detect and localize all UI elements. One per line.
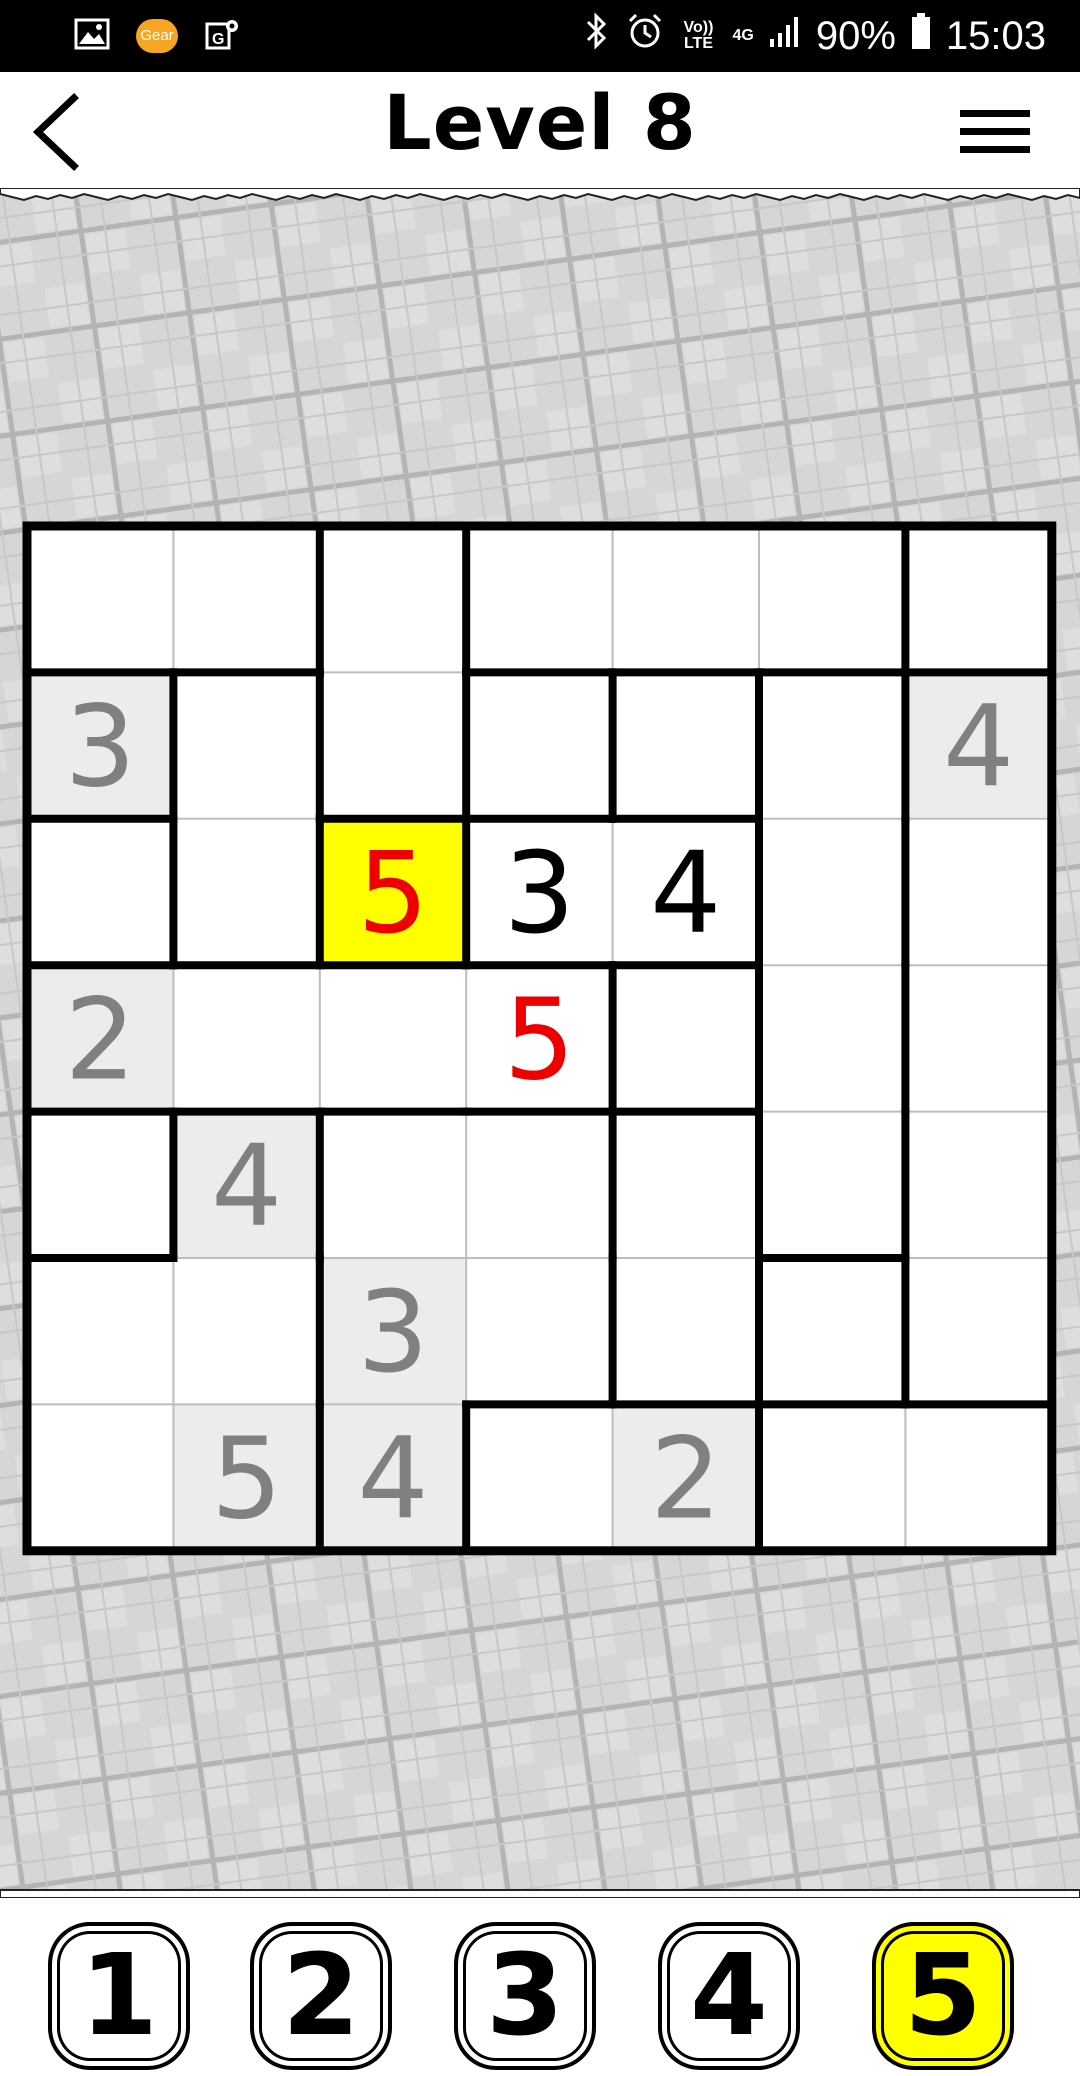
- number-button-1[interactable]: 1: [48, 1922, 190, 2070]
- board-cell-r5-c5[interactable]: [759, 1258, 906, 1405]
- cell-number-r6-c1: 5: [211, 1415, 282, 1545]
- board-cell-r1-c4[interactable]: [612, 672, 759, 819]
- board-cell-r5-c0[interactable]: [27, 1258, 174, 1405]
- board-cell-r4-c6[interactable]: [905, 1111, 1052, 1258]
- board-cell-r5-c6[interactable]: [905, 1258, 1052, 1405]
- battery-icon: [910, 12, 932, 60]
- volte-label: Vo)) LTE: [683, 19, 714, 52]
- signal-icon: [768, 14, 802, 59]
- board-cell-r5-c3[interactable]: [466, 1258, 613, 1405]
- game-canvas: 3 45 3 42 5435 4 2: [0, 192, 1080, 1894]
- number-button-3[interactable]: 3: [454, 1922, 596, 2070]
- board-cell-r0-c0[interactable]: [27, 526, 174, 673]
- board-cell-r0-c5[interactable]: [759, 526, 906, 673]
- cell-number-r6-c4: 2: [650, 1415, 721, 1545]
- board-cell-r2-c0[interactable]: [27, 818, 174, 966]
- board-cell-r3-c1[interactable]: [173, 965, 320, 1112]
- network-type: 4G: [732, 27, 754, 44]
- number-button-5[interactable]: 5: [872, 1922, 1014, 2070]
- board-cell-r5-c1[interactable]: [173, 1258, 320, 1405]
- puzzle-board[interactable]: 3 45 3 42 5435 4 2: [22, 521, 1057, 1556]
- cell-number-r4-c1: 4: [211, 1122, 282, 1252]
- board-cell-r1-c2[interactable]: [319, 672, 467, 819]
- torn-edge-bottom: [0, 1889, 1080, 1898]
- board-cell-r0-c6[interactable]: [905, 526, 1052, 673]
- board-cell-r1-c5[interactable]: [759, 672, 906, 819]
- board-cell-r6-c5[interactable]: [759, 1404, 906, 1551]
- battery-percent: 90%: [815, 13, 896, 58]
- cell-number-r2-c4: 4: [650, 829, 721, 959]
- clock: 15:03: [945, 13, 1046, 58]
- board-cell-r0-c3[interactable]: [466, 526, 613, 673]
- board-cell-r2-c1[interactable]: [173, 818, 320, 966]
- board-cell-r3-c4[interactable]: [612, 965, 759, 1112]
- alarm-icon: [626, 12, 664, 60]
- cell-number-r6-c2: 4: [357, 1415, 428, 1545]
- board-cell-r2-c6[interactable]: [905, 818, 1052, 966]
- board-cell-r4-c2[interactable]: [319, 1111, 467, 1258]
- menu-button[interactable]: [956, 106, 1036, 162]
- board-cell-r3-c2[interactable]: [319, 965, 467, 1112]
- top-bar: Level 8: [0, 72, 1080, 192]
- svg-text:G: G: [212, 31, 224, 48]
- board-cell-r0-c1[interactable]: [173, 526, 320, 673]
- cell-number-r2-c2: 5: [357, 829, 428, 959]
- board-cell-r4-c0[interactable]: [27, 1111, 174, 1258]
- board-cell-r3-c5[interactable]: [759, 965, 906, 1112]
- board-cell-r1-c3[interactable]: [466, 672, 613, 819]
- gallery-icon: [74, 18, 110, 54]
- cell-number-r3-c0: 2: [65, 975, 136, 1105]
- hamburger-menu-icon: [960, 110, 1030, 153]
- board-cell-r5-c4[interactable]: [612, 1258, 759, 1405]
- board-cell-r6-c0[interactable]: [27, 1404, 174, 1551]
- cell-number-r1-c0: 3: [65, 683, 136, 813]
- cell-number-r3-c3: 5: [504, 975, 575, 1105]
- board-cell-r3-c6[interactable]: [905, 965, 1052, 1112]
- number-button-2[interactable]: 2: [250, 1922, 392, 2070]
- gear-app-icon: Gear: [136, 19, 178, 53]
- board-cell-r4-c4[interactable]: [612, 1111, 759, 1258]
- bluetooth-icon: [582, 12, 612, 60]
- board-cell-r0-c4[interactable]: [612, 526, 759, 673]
- torn-edge-top: [0, 188, 1080, 202]
- number-button-4[interactable]: 4: [658, 1922, 800, 2070]
- cell-number-r1-c6: 4: [943, 683, 1014, 813]
- board-cell-r4-c5[interactable]: [759, 1111, 906, 1258]
- board-cell-r1-c1[interactable]: [173, 672, 320, 819]
- maps-icon: G: [204, 16, 240, 56]
- board-cell-r6-c6[interactable]: [905, 1404, 1052, 1551]
- board-cell-r4-c3[interactable]: [466, 1111, 613, 1258]
- status-bar: Gear G Vo)) LTE 4G 90% 15:03: [0, 0, 1080, 72]
- board-cell-r6-c3[interactable]: [466, 1404, 613, 1551]
- board-cell-r0-c2[interactable]: [319, 526, 467, 673]
- cell-number-r5-c2: 3: [357, 1268, 428, 1398]
- board-cell-r2-c5[interactable]: [759, 818, 906, 966]
- page-title: Level 8: [383, 78, 697, 167]
- cell-number-r2-c3: 3: [504, 829, 575, 959]
